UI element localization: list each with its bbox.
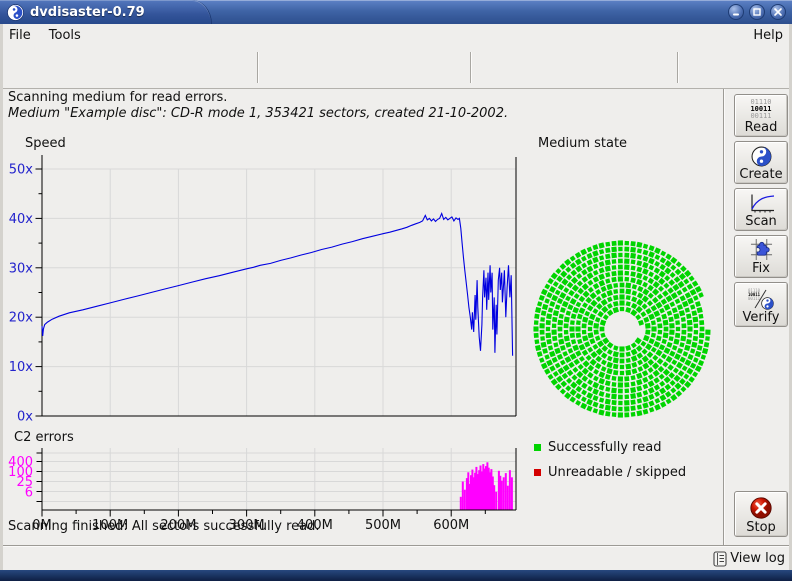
legend-error: Unreadable / skipped: [534, 465, 686, 480]
stop-button-label: Stop: [746, 520, 776, 535]
toolbar-separator: [470, 52, 471, 83]
svg-text:10x: 10x: [9, 360, 34, 375]
log-icon: [713, 551, 727, 567]
main-content: Scanning medium for read errors. Medium …: [0, 89, 792, 545]
verify-button[interactable]: 01110 10011 00111 Verify: [734, 282, 788, 327]
scan-button[interactable]: Scan: [734, 188, 788, 231]
app-window: dvdisaster-0.79 File Tools Help Optic: [0, 0, 792, 581]
create-button[interactable]: Create: [734, 141, 788, 184]
verify-button-label: Verify: [743, 310, 780, 325]
close-icon: [773, 7, 783, 17]
error-swatch-icon: [534, 469, 541, 476]
binary-read-icon: 01110 10011 00111: [750, 99, 771, 120]
medium-state-disc: [530, 237, 714, 421]
toolbar-separator: [257, 52, 258, 83]
footer-bar: View log: [0, 545, 792, 570]
minimize-icon: [731, 7, 741, 17]
menu-file[interactable]: File: [0, 26, 40, 45]
view-log-button[interactable]: View log: [713, 549, 785, 568]
stop-button[interactable]: Stop: [734, 491, 788, 537]
menubar: File Tools Help: [0, 24, 792, 46]
legend-error-label: Unreadable / skipped: [548, 465, 686, 480]
menu-help[interactable]: Help: [744, 26, 792, 45]
medium-state-title: Medium state: [538, 136, 627, 151]
svg-text:500M: 500M: [365, 518, 401, 533]
read-button[interactable]: 01110 10011 00111 Read: [734, 94, 788, 137]
close-button[interactable]: [770, 4, 786, 20]
app-yinyang-icon: [7, 4, 24, 21]
verify-icon: 01110 10011 00111: [748, 288, 774, 310]
speed-chart-title: Speed: [25, 136, 66, 151]
legend-success-label: Successfully read: [548, 440, 661, 455]
title-tab: dvdisaster-0.79: [0, 0, 212, 24]
c2-errors-title: C2 errors: [14, 430, 74, 445]
window-border-bottom: [0, 570, 792, 581]
maximize-button[interactable]: [749, 4, 765, 20]
svg-text:20x: 20x: [9, 311, 34, 326]
menu-tools[interactable]: Tools: [40, 26, 90, 45]
svg-text:400: 400: [8, 455, 33, 470]
svg-text:40x: 40x: [9, 212, 34, 227]
toolbar-separator: [677, 52, 678, 83]
legend-success: Successfully read: [534, 440, 661, 455]
window-border-left: [0, 24, 3, 570]
fix-button[interactable]: Fix: [734, 235, 788, 278]
svg-text:600M: 600M: [433, 518, 469, 533]
create-button-label: Create: [739, 167, 782, 182]
window-title: dvdisaster-0.79: [30, 5, 145, 20]
svg-text:50x: 50x: [9, 163, 34, 178]
action-sidebar: 01110 10011 00111 Read Create: [723, 89, 792, 545]
stop-icon: [749, 496, 773, 520]
svg-text:0x: 0x: [17, 410, 33, 425]
success-swatch-icon: [534, 444, 541, 451]
view-log-label: View log: [730, 551, 785, 566]
scan-chart-icon: [748, 193, 775, 214]
scan-button-label: Scan: [745, 214, 777, 229]
toolbar: Optical drive 52X FW 1.02 011 10011 0011…: [0, 46, 792, 89]
puzzle-icon: [750, 238, 773, 261]
maximize-icon: [752, 7, 762, 17]
svg-text:30x: 30x: [9, 261, 34, 276]
yinyang-icon: [751, 146, 772, 167]
read-button-label: Read: [745, 120, 778, 135]
minimize-button[interactable]: [728, 4, 744, 20]
fix-button-label: Fix: [752, 261, 770, 276]
window-titlebar: dvdisaster-0.79: [0, 0, 792, 24]
bottom-status: Scanning finished: All sectors successfu…: [8, 519, 320, 534]
